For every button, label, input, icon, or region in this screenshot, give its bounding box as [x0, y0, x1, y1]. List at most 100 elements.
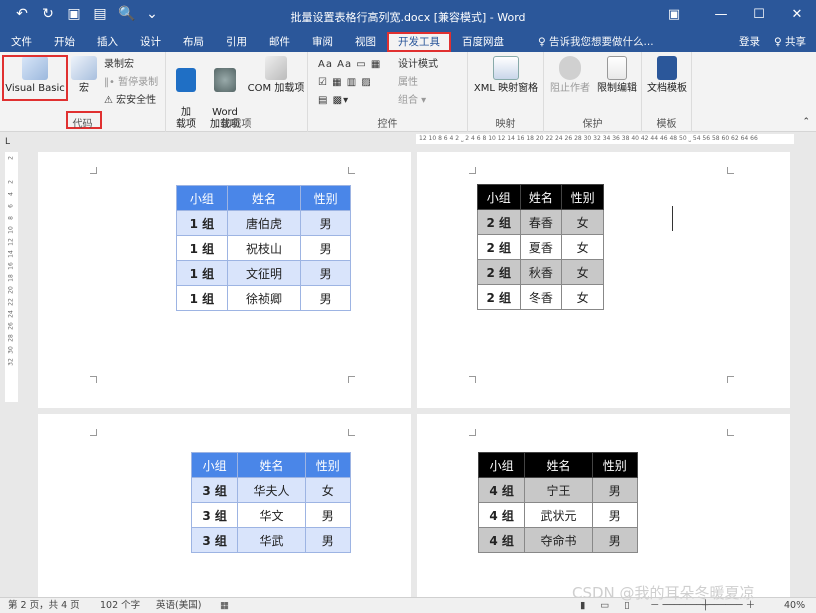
- collapse-ribbon-icon[interactable]: ⌃: [802, 116, 810, 129]
- cell[interactable]: 3 组: [190, 527, 239, 553]
- cell[interactable]: 男: [304, 502, 352, 528]
- group-button[interactable]: 组合 ▾: [398, 94, 426, 107]
- header-gender: 性别: [561, 184, 604, 210]
- cell[interactable]: 2 组: [477, 259, 521, 285]
- minimize-button[interactable]: —: [702, 0, 740, 32]
- header-name: 姓名: [519, 184, 563, 210]
- cell[interactable]: 祝枝山: [226, 235, 302, 261]
- margin-corner: [727, 429, 734, 436]
- restore-button[interactable]: ☐: [740, 0, 778, 32]
- cell[interactable]: 女: [561, 259, 604, 285]
- ribbon-display-options-icon[interactable]: ▣: [646, 0, 702, 32]
- restrict-editing-button[interactable]: 限制编辑: [594, 56, 640, 95]
- tab-developer[interactable]: 开发工具: [387, 32, 451, 52]
- cell[interactable]: 宁王: [524, 477, 593, 503]
- cell[interactable]: 华夫人: [237, 477, 306, 503]
- cell[interactable]: 武状元: [524, 502, 593, 528]
- cell[interactable]: 4 组: [477, 502, 526, 528]
- document-template-label: 文档模板: [647, 83, 687, 94]
- addins-icon: [176, 68, 196, 92]
- cell[interactable]: 华文: [237, 502, 306, 528]
- table-group-2[interactable]: 小组 姓名 性别 2 组春香女 2 组夏香女 2 组秋香女 2 组冬香女: [477, 184, 604, 310]
- cell[interactable]: 男: [591, 477, 639, 503]
- cell[interactable]: 秋香: [519, 259, 563, 285]
- tab-review[interactable]: 审阅: [301, 32, 344, 52]
- cell[interactable]: 男: [300, 260, 351, 286]
- cell[interactable]: 男: [591, 502, 639, 528]
- block-authors-button[interactable]: 阻止作者: [548, 56, 592, 95]
- cell[interactable]: 男: [300, 235, 351, 261]
- language-indicator[interactable]: 英语(美国): [156, 598, 201, 613]
- tab-selector-icon[interactable]: L: [5, 136, 10, 149]
- cell[interactable]: 女: [304, 477, 352, 503]
- tell-me-search[interactable]: ♀ 告诉我您想要做什么...: [527, 32, 665, 52]
- margin-corner: [90, 167, 97, 174]
- pause-recording-button[interactable]: ‖• 暂停录制: [104, 76, 158, 89]
- cell[interactable]: 徐祯卿: [226, 285, 302, 311]
- cell[interactable]: 2 组: [477, 284, 521, 310]
- cell[interactable]: 春香: [519, 209, 563, 235]
- tab-baidu-netdisk[interactable]: 百度网盘: [451, 32, 515, 52]
- cell[interactable]: 女: [561, 209, 604, 235]
- cell[interactable]: 男: [300, 210, 351, 236]
- table-group-3[interactable]: 小组 姓名 性别 3 组华夫人女 3 组华文男 3 组华武男: [190, 452, 352, 553]
- design-mode-button[interactable]: 设计模式: [398, 58, 438, 71]
- com-addins-button[interactable]: COM 加载项: [246, 56, 306, 95]
- properties-button[interactable]: 属性: [398, 76, 418, 89]
- table-group-4[interactable]: 小组 姓名 性别 4 组宁王男 4 组武状元男 4 组夺命书男: [477, 452, 639, 553]
- tab-home[interactable]: 开始: [43, 32, 86, 52]
- cell[interactable]: 华武: [237, 527, 306, 553]
- cell[interactable]: 1 组: [176, 235, 228, 261]
- cell[interactable]: 男: [591, 527, 639, 553]
- cell[interactable]: 冬香: [519, 284, 563, 310]
- tab-design[interactable]: 设计: [129, 32, 172, 52]
- cell[interactable]: 女: [561, 234, 604, 260]
- header-name: 姓名: [226, 185, 302, 211]
- zoom-level[interactable]: 40%: [784, 598, 805, 613]
- table-row: 2 组冬香女: [477, 284, 604, 310]
- close-button[interactable]: ✕: [778, 0, 816, 32]
- cell[interactable]: 夺命书: [524, 527, 593, 553]
- cell[interactable]: 夏香: [519, 234, 563, 260]
- cell[interactable]: 男: [304, 527, 352, 553]
- cell[interactable]: 2 组: [477, 209, 521, 235]
- record-macro-button[interactable]: 录制宏: [104, 58, 134, 71]
- cell[interactable]: 3 组: [190, 477, 239, 503]
- cell[interactable]: 1 组: [176, 285, 228, 311]
- xml-pane-label: XML 映射窗格: [473, 83, 539, 94]
- cell[interactable]: 文征明: [226, 260, 302, 286]
- table-group-1[interactable]: 小组 姓名 性别 1 组唐伯虎男 1 组祝枝山男 1 组文征明男 1 组徐祯卿男: [176, 185, 351, 311]
- macro-button[interactable]: 宏: [70, 56, 98, 95]
- cell[interactable]: 1 组: [176, 260, 228, 286]
- checkbox-controls-row[interactable]: ☑ ▦ ▥ ▨: [318, 76, 372, 89]
- vertical-ruler[interactable]: 2 2 4 6 8 10 12 14 16 18 20 22 24 26 28 …: [5, 152, 18, 402]
- cell[interactable]: 2 组: [477, 234, 521, 260]
- page-count[interactable]: 第 2 页，共 4 页: [8, 598, 80, 613]
- cell[interactable]: 唐伯虎: [226, 210, 302, 236]
- com-addins-label: COM 加载项: [247, 83, 305, 94]
- tab-references[interactable]: 引用: [215, 32, 258, 52]
- tab-insert[interactable]: 插入: [86, 32, 129, 52]
- cell[interactable]: 4 组: [477, 527, 526, 553]
- cell[interactable]: 男: [300, 285, 351, 311]
- cell[interactable]: 3 组: [190, 502, 239, 528]
- margin-corner: [348, 429, 355, 436]
- legacy-controls-row[interactable]: ▤ ▩▾: [318, 94, 349, 107]
- cell[interactable]: 4 组: [477, 477, 526, 503]
- macro-security-button[interactable]: ⚠ 宏安全性: [104, 94, 156, 107]
- text-controls-row[interactable]: Aa Aa ▭ ▦: [318, 58, 381, 71]
- macro-record-icon[interactable]: ▦: [220, 598, 229, 613]
- table-row: 1 组唐伯虎男: [176, 210, 351, 236]
- tab-view[interactable]: 视图: [344, 32, 387, 52]
- tab-layout[interactable]: 布局: [172, 32, 215, 52]
- document-template-button[interactable]: 文档模板: [644, 56, 690, 95]
- share-button[interactable]: ♀ 共享: [774, 32, 806, 52]
- tab-file[interactable]: 文件: [0, 32, 43, 52]
- xml-mapping-pane-button[interactable]: XML 映射窗格: [470, 56, 542, 95]
- tab-mailings[interactable]: 邮件: [258, 32, 301, 52]
- word-count[interactable]: 102 个字: [100, 598, 140, 613]
- cell[interactable]: 女: [561, 284, 604, 310]
- horizontal-ruler[interactable]: 12 10 8 6 4 2 ⎵ 2 4 6 8 10 12 14 16 18 2…: [416, 134, 794, 144]
- cell[interactable]: 1 组: [176, 210, 228, 236]
- login-link[interactable]: 登录: [739, 32, 760, 52]
